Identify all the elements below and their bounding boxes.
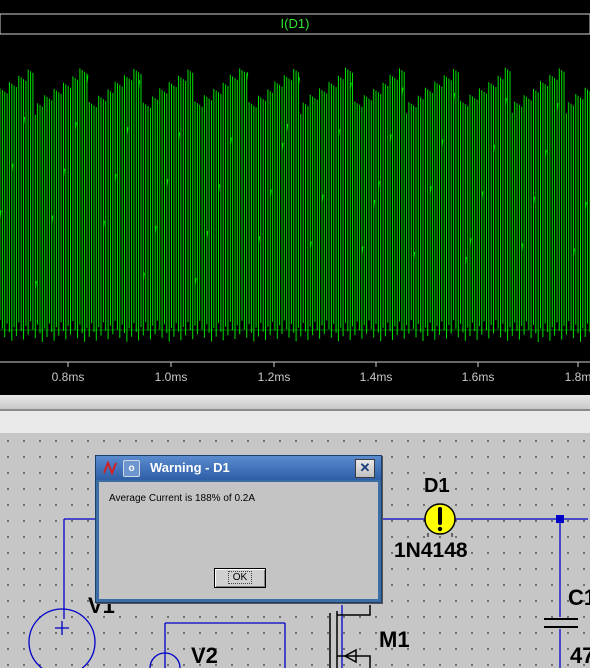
diode-part-label[interactable]: 1N4148: [394, 539, 468, 563]
wire-junction: [556, 515, 564, 523]
close-button[interactable]: ✕: [355, 459, 375, 478]
x-tick-label: 1.4ms: [359, 370, 393, 384]
x-tick-label: 1.8m: [564, 370, 590, 384]
source-v2-label[interactable]: V2: [191, 643, 218, 668]
warning-message: Average Current is 188% of 0.2A: [109, 493, 256, 504]
capacitor-value-label[interactable]: 47: [570, 643, 590, 668]
x-tick-label: 0.8ms: [51, 370, 85, 384]
ltspice-icon: [103, 460, 117, 476]
diode-ref-label[interactable]: D1: [424, 475, 450, 498]
x-tick-label: 1.6ms: [461, 370, 495, 384]
capacitor-c1: [544, 618, 578, 628]
dialog-titlebar[interactable]: o Warning - D1 ✕: [96, 456, 381, 480]
scrollbar-track[interactable]: [0, 395, 590, 410]
waveform-panel[interactable]: I(D1) 0.8ms 1.0ms 1.2ms 1.4ms 1.6ms 1.8m: [0, 0, 590, 395]
plus-sign: [55, 621, 69, 635]
pane-splitter[interactable]: [0, 395, 590, 437]
x-tick-label: 1.2ms: [257, 370, 291, 384]
voltage-source-v1: [28, 608, 96, 668]
ok-button[interactable]: OK: [214, 568, 266, 588]
waveform-plot: [0, 13, 590, 367]
capacitor-label[interactable]: C1: [568, 585, 590, 611]
plot-area: [0, 33, 590, 363]
mosfet-label[interactable]: M1: [379, 627, 410, 653]
x-tick-label: 1.0ms: [154, 370, 188, 384]
ok-button-label: OK: [227, 571, 253, 584]
dialog-body: Average Current is 188% of 0.2A OK: [99, 482, 378, 599]
system-menu-icon[interactable]: o: [123, 460, 140, 477]
mosfet-m1: [329, 605, 371, 668]
warning-dialog[interactable]: o Warning - D1 ✕ Average Current is 188%…: [95, 455, 382, 603]
dialog-title: Warning - D1: [150, 460, 230, 475]
trace-label[interactable]: I(D1): [0, 16, 590, 31]
